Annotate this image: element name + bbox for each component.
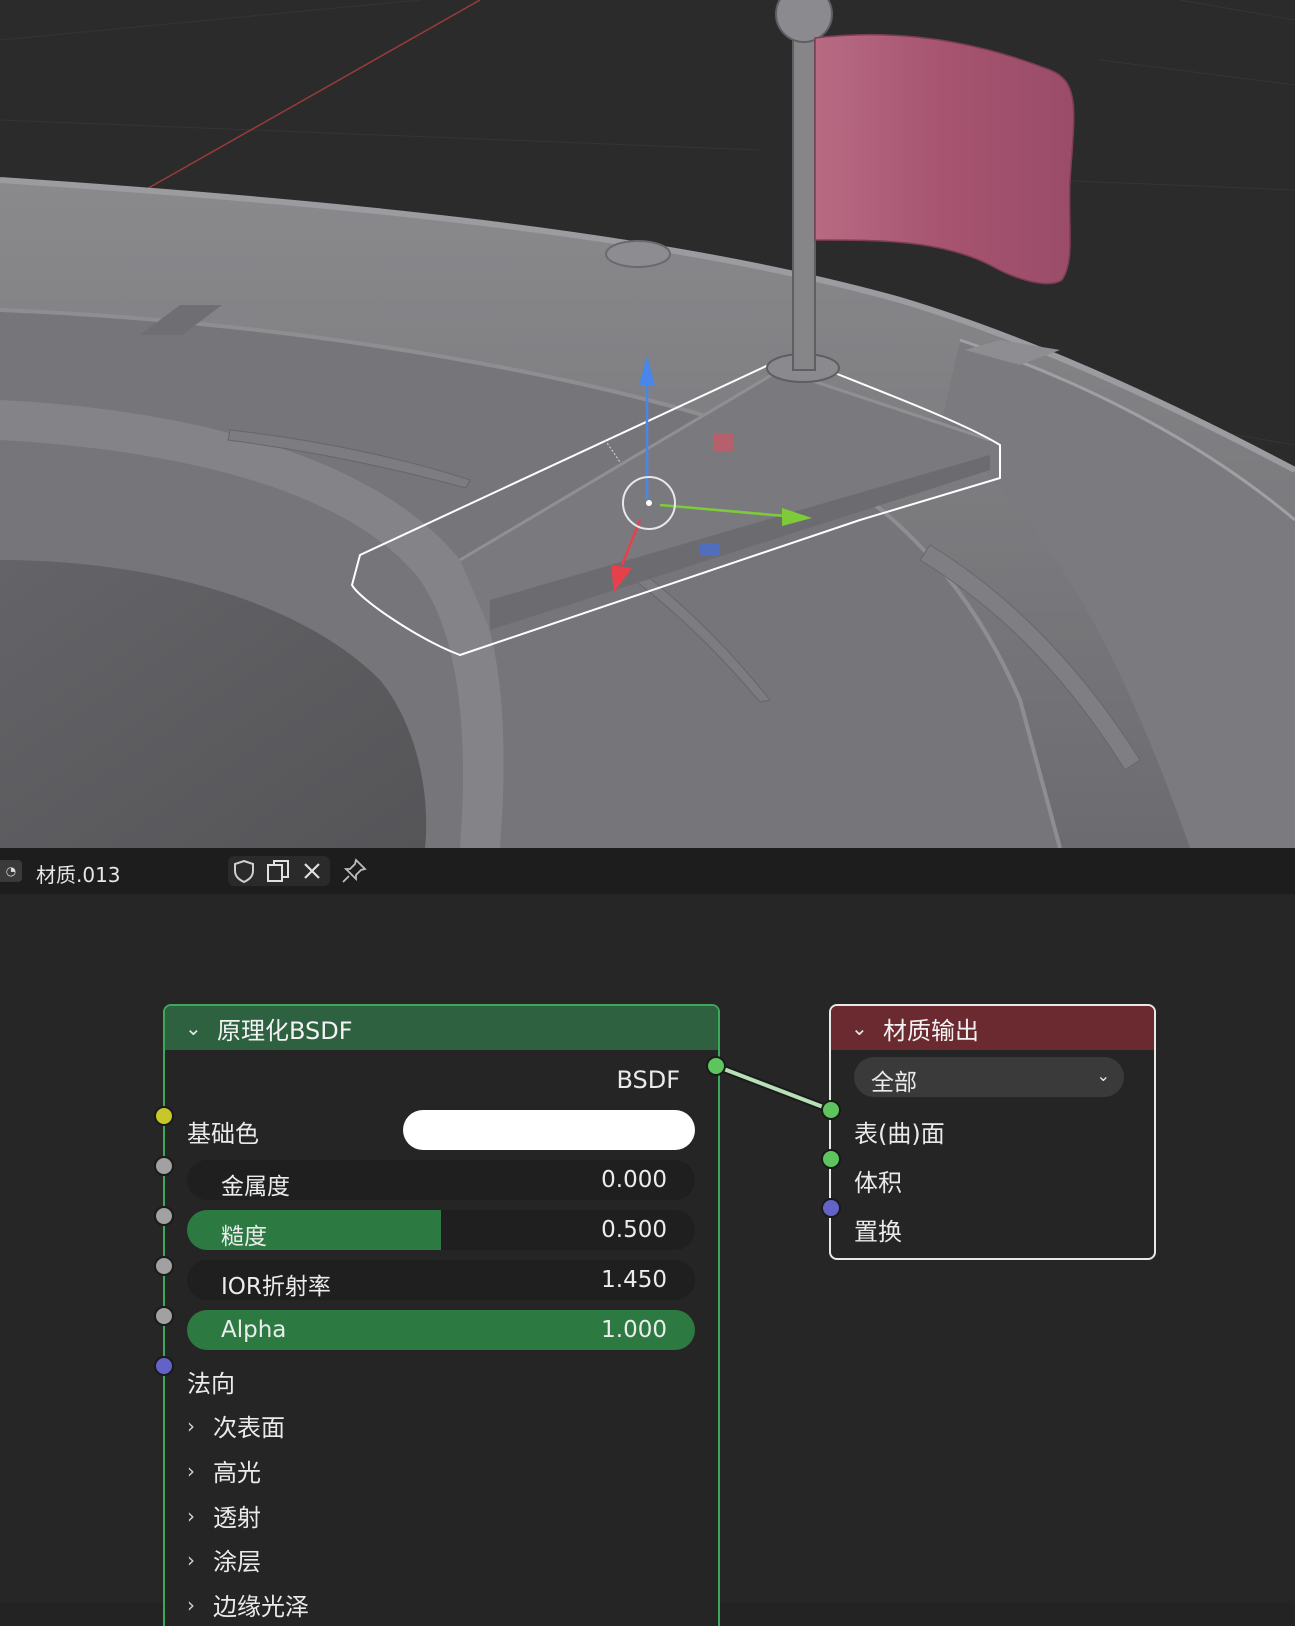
sphere-dropdown-icon: ◔ xyxy=(5,864,17,878)
surface-input-label: 表(曲)面 xyxy=(854,1120,945,1148)
normal-socket[interactable] xyxy=(154,1356,174,1376)
alpha-field[interactable]: Alpha 1.000 xyxy=(187,1310,695,1350)
chevron-right-icon: › xyxy=(187,1413,195,1438)
output-node-header[interactable]: ⌄ 材质输出 xyxy=(831,1006,1154,1050)
panel-subsurface[interactable]: › 次表面 xyxy=(187,1408,285,1443)
unlink-x-icon[interactable] xyxy=(298,858,326,884)
panel-label: 透射 xyxy=(213,1504,261,1532)
material-name-field[interactable]: 材质.013 xyxy=(36,859,121,888)
duplicate-icon[interactable] xyxy=(264,858,292,884)
bsdf-output-socket[interactable] xyxy=(706,1056,726,1076)
bsdf-output-label: BSDF xyxy=(616,1066,680,1094)
node-editor-header: ◔ 材质.013 xyxy=(0,848,1295,894)
bsdf-node-title: 原理化BSDF xyxy=(217,1016,353,1045)
base-color-swatch[interactable] xyxy=(403,1110,695,1150)
displacement-socket[interactable] xyxy=(821,1198,841,1218)
collapse-chevron-icon[interactable]: ⌄ xyxy=(185,1016,207,1040)
collapse-chevron-icon[interactable]: ⌄ xyxy=(851,1016,873,1040)
volume-input-label: 体积 xyxy=(854,1169,902,1197)
field-label: IOR折射率 xyxy=(221,1274,331,1300)
target-dropdown[interactable]: 全部 ⌄ xyxy=(854,1057,1124,1097)
alpha-socket[interactable] xyxy=(154,1306,174,1326)
field-label: 糙度 xyxy=(221,1224,267,1250)
roughness-socket[interactable] xyxy=(154,1206,174,1226)
ior-field[interactable]: IOR折射率 1.450 xyxy=(187,1260,695,1300)
panel-label: 高光 xyxy=(213,1459,261,1487)
shader-node-editor[interactable]: ⌄ 原理化BSDF BSDF 基础色 金属度 0.000 糙度 0.500 IO… xyxy=(0,894,1295,1626)
normal-label: 法向 xyxy=(187,1370,235,1398)
panel-sheen[interactable]: › 边缘光泽 xyxy=(187,1587,309,1622)
ior-socket[interactable] xyxy=(154,1256,174,1276)
viewport-scene xyxy=(0,0,1295,848)
panel-specular[interactable]: › 高光 xyxy=(187,1453,261,1488)
field-label: Alpha xyxy=(221,1317,287,1343)
panel-coat[interactable]: › 涂层 xyxy=(187,1542,261,1577)
chevron-right-icon: › xyxy=(187,1547,195,1572)
chevron-right-icon: › xyxy=(187,1503,195,1528)
field-value: 0.500 xyxy=(601,1217,667,1243)
panel-label: 边缘光泽 xyxy=(213,1593,309,1621)
target-value: 全部 xyxy=(871,1070,917,1096)
field-value: 1.000 xyxy=(601,1317,667,1343)
volume-socket[interactable] xyxy=(821,1149,841,1169)
bsdf-to-surface-link xyxy=(715,1064,832,1112)
base-color-socket[interactable] xyxy=(154,1106,174,1126)
chevron-right-icon: › xyxy=(187,1458,195,1483)
browse-material-button[interactable]: ◔ xyxy=(0,860,22,882)
material-output-node[interactable]: ⌄ 材质输出 全部 ⌄ 表(曲)面 体积 置换 xyxy=(829,1004,1156,1260)
panel-label: 涂层 xyxy=(213,1548,261,1576)
base-color-label: 基础色 xyxy=(187,1120,259,1148)
panel-transmission[interactable]: › 透射 xyxy=(187,1498,261,1533)
field-label: 金属度 xyxy=(221,1174,290,1200)
output-node-title: 材质输出 xyxy=(883,1016,979,1045)
bsdf-node-header[interactable]: ⌄ 原理化BSDF xyxy=(165,1006,718,1050)
surface-socket[interactable] xyxy=(821,1100,841,1120)
3d-viewport[interactable] xyxy=(0,0,1295,848)
roughness-field[interactable]: 糙度 0.500 xyxy=(187,1210,695,1250)
field-value: 0.000 xyxy=(601,1167,667,1193)
field-value: 1.450 xyxy=(601,1267,667,1293)
panel-label: 次表面 xyxy=(213,1414,285,1442)
metallic-field[interactable]: 金属度 0.000 xyxy=(187,1160,695,1200)
pin-icon[interactable] xyxy=(340,858,368,884)
displacement-input-label: 置换 xyxy=(854,1218,902,1246)
metallic-socket[interactable] xyxy=(154,1156,174,1176)
fake-user-shield-icon[interactable] xyxy=(230,858,258,884)
chevron-right-icon: › xyxy=(187,1592,195,1617)
chevron-down-icon: ⌄ xyxy=(1096,1066,1110,1085)
principled-bsdf-node[interactable]: ⌄ 原理化BSDF BSDF 基础色 金属度 0.000 糙度 0.500 IO… xyxy=(163,1004,720,1626)
